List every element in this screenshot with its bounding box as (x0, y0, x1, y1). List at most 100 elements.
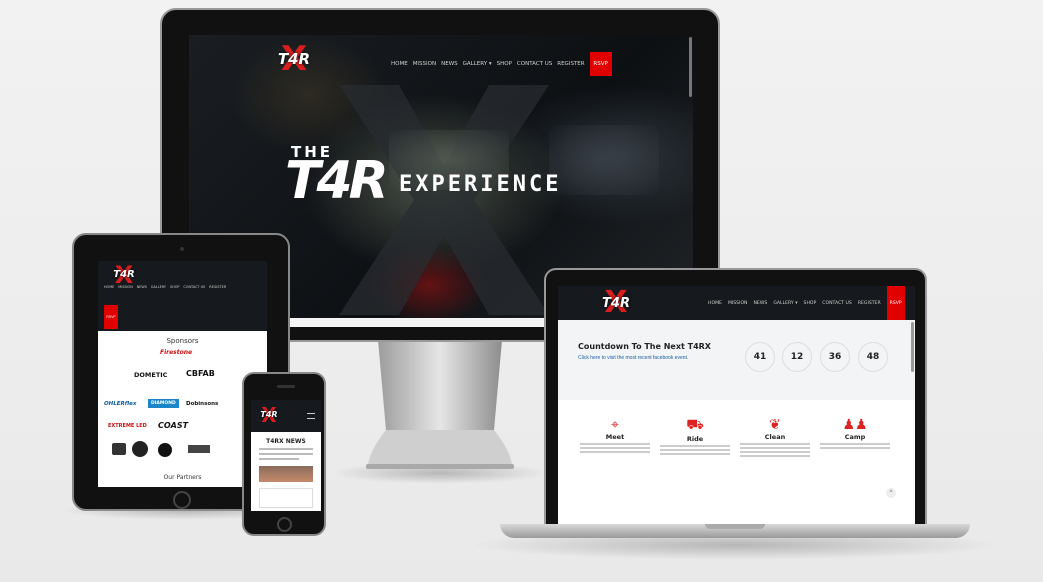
news-text-line (259, 448, 313, 450)
back-to-top-button[interactable]: ^ (886, 488, 896, 498)
sponsor-coast[interactable]: COAST (158, 421, 188, 430)
feature-meet: ⌖ Meet (576, 416, 654, 455)
nav-home[interactable]: HOME (104, 285, 114, 289)
laptop-site-screen: X T4R HOME MISSION NEWS GALLERY ▾ SHOP C… (558, 286, 915, 526)
nav-shop[interactable]: SHOP (804, 301, 817, 306)
news-heading: T4RX NEWS (266, 438, 306, 445)
feature-text (660, 445, 730, 447)
news-text-line (259, 458, 299, 460)
tablet-nav: HOME MISSION NEWS GALLERY SHOP CONTACT U… (104, 285, 226, 289)
nav-shop[interactable]: SHOP (497, 61, 512, 67)
chevron-down-icon: ▾ (488, 61, 492, 67)
sponsor-dometic[interactable]: DOMETIC (134, 371, 167, 379)
feature-text (580, 451, 650, 453)
rsvp-button[interactable]: RSVP (104, 305, 118, 329)
countdown-minutes: 36 (820, 342, 850, 372)
rsvp-button[interactable]: RSVP (886, 286, 905, 320)
feature-text (740, 443, 810, 445)
home-button[interactable] (277, 517, 292, 532)
sponsor-dobinsons[interactable]: Dobinsons (186, 401, 218, 407)
sponsor-logo-11[interactable] (188, 445, 210, 453)
people-icon: ♟♟ (842, 416, 868, 432)
feature-text (820, 447, 890, 449)
hero-t4r-logo: T4R (285, 151, 389, 211)
nav-gallery-label: GALLERY (773, 300, 794, 306)
feature-text (580, 443, 650, 445)
nav-register[interactable]: REGISTER (557, 61, 584, 67)
leaf-icon: ❦ (769, 416, 781, 432)
nav-register[interactable]: REGISTER (209, 285, 226, 289)
nav-mission[interactable]: MISSION (118, 285, 132, 289)
feature-text (660, 453, 730, 455)
rsvp-button[interactable]: RSVP (589, 52, 612, 76)
feature-camp: ♟♟ Camp (816, 416, 894, 451)
sponsor-extreme-led[interactable]: EXTREME LED (108, 423, 147, 429)
news-text-line (259, 453, 313, 455)
nav-register[interactable]: REGISTER (858, 301, 881, 306)
sponsor-cbfab[interactable]: CBFAB (186, 369, 215, 378)
nav-contact[interactable]: CONTACT US (822, 301, 852, 306)
car-icon: ⛟ (686, 416, 704, 432)
sponsors-heading: Sponsors (166, 337, 199, 345)
countdown-days: 41 (745, 342, 775, 372)
nav-gallery[interactable]: GALLERY ▾ (773, 301, 797, 306)
sponsor-firestone[interactable]: Firestone (160, 349, 192, 356)
laptop-device: X T4R HOME MISSION NEWS GALLERY ▾ SHOP C… (544, 268, 927, 526)
news-image[interactable] (259, 466, 313, 482)
feature-ride: ⛟ Ride (656, 416, 734, 457)
desktop-nav: HOME MISSION NEWS GALLERY ▾ SHOP CONTACT… (391, 52, 612, 76)
feature-title: Ride (686, 435, 704, 443)
sponsor-ohlerflex[interactable]: OHLERflex (104, 401, 136, 407)
nav-gallery-label: GALLERY (462, 61, 488, 67)
hamburger-menu-icon[interactable] (307, 413, 315, 419)
feature-title: Clean (764, 433, 786, 441)
phone-header: X T4R (251, 400, 321, 432)
sponsor-logo-10[interactable] (158, 443, 172, 457)
imac-stand (366, 340, 514, 469)
speaker (277, 385, 295, 388)
scrollbar[interactable] (911, 322, 914, 372)
countdown-hours: 12 (782, 342, 812, 372)
nav-mission[interactable]: MISSION (728, 301, 748, 306)
countdown-title: Countdown To The Next T4RX (578, 342, 711, 351)
feature-clean: ❦ Clean (736, 416, 814, 459)
feature-text (820, 443, 890, 445)
nav-mission[interactable]: MISSION (413, 61, 436, 67)
facebook-event-link[interactable]: Click here to visit the most recent face… (578, 355, 688, 361)
countdown-section: Countdown To The Next T4RX Click here to… (558, 320, 915, 400)
countdown-seconds: 48 (858, 342, 888, 372)
t4r-logo[interactable]: X T4R (257, 404, 281, 426)
laptop-base (500, 524, 970, 538)
nav-home[interactable]: HOME (391, 61, 408, 67)
nav-news[interactable]: NEWS (754, 301, 768, 306)
chevron-down-icon: ▾ (795, 300, 798, 306)
nav-contact[interactable]: CONTACT US (183, 285, 205, 289)
feature-text (660, 449, 730, 451)
feature-text (740, 455, 810, 457)
nav-news[interactable]: NEWS (137, 285, 147, 289)
nav-shop[interactable]: SHOP (170, 285, 179, 289)
nav-gallery[interactable]: GALLERY ▾ (463, 61, 492, 67)
phone-site-screen: X T4R T4RX NEWS (251, 400, 321, 511)
feature-title: Camp (844, 433, 866, 441)
nav-gallery[interactable]: GALLERY (151, 285, 166, 289)
feature-text (740, 447, 810, 449)
nav-contact[interactable]: CONTACT US (517, 61, 552, 67)
sponsor-logo-8[interactable] (112, 443, 126, 455)
nav-home[interactable]: HOME (708, 301, 722, 306)
sponsor-logo-9[interactable] (132, 441, 148, 457)
news-card[interactable] (259, 488, 313, 508)
home-button[interactable] (173, 491, 191, 509)
map-pin-icon: ⌖ (611, 416, 619, 432)
tablet-header: X T4R HOME MISSION NEWS GALLERY SHOP CON… (98, 261, 267, 331)
t4r-logo[interactable]: X T4R (271, 42, 317, 76)
feature-title: Meet (605, 433, 625, 441)
laptop-notch (705, 524, 765, 529)
scrollbar[interactable] (689, 37, 692, 97)
t4r-logo[interactable]: X T4R (596, 288, 636, 318)
sponsor-diamond[interactable]: DIAMOND (148, 399, 179, 408)
feature-text (740, 451, 810, 453)
nav-news[interactable]: NEWS (441, 61, 458, 67)
t4r-logo[interactable]: X T4R (109, 263, 139, 287)
laptop-nav: HOME MISSION NEWS GALLERY ▾ SHOP CONTACT… (708, 286, 905, 320)
